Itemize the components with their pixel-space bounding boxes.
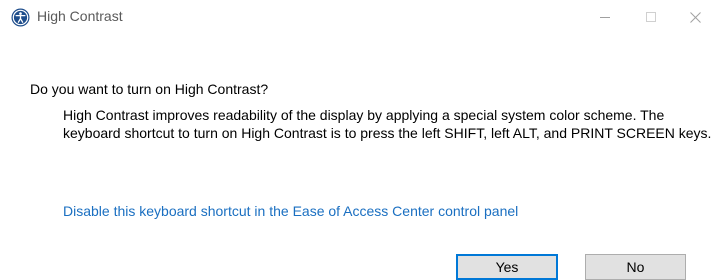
maximize-button[interactable] <box>628 0 674 34</box>
close-button[interactable] <box>672 0 718 34</box>
ease-of-access-settings-link[interactable]: Disable this keyboard shortcut in the Ea… <box>63 203 518 219</box>
dialog-question: Do you want to turn on High Contrast? <box>30 81 269 97</box>
no-button[interactable]: No <box>585 254 686 280</box>
title-bar[interactable]: High Contrast <box>0 0 718 34</box>
maximize-icon <box>646 12 656 22</box>
minimize-button[interactable] <box>582 0 628 34</box>
high-contrast-dialog: High Contrast Do you want to turn on Hig… <box>0 0 718 280</box>
close-icon <box>690 12 701 23</box>
window-title: High Contrast <box>37 8 123 24</box>
ease-of-access-icon <box>11 8 30 27</box>
minimize-icon <box>600 17 610 18</box>
dialog-description: High Contrast improves readability of th… <box>63 107 712 141</box>
yes-button[interactable]: Yes <box>456 254 558 280</box>
